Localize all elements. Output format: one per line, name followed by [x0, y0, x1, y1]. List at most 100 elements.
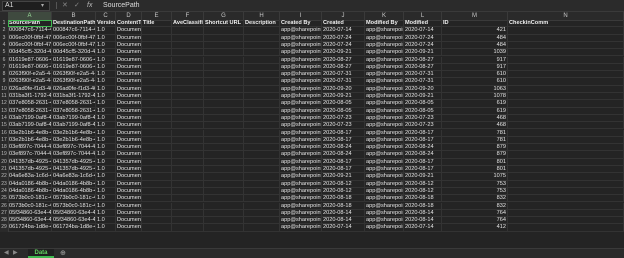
table-cell[interactable]: 1078: [442, 93, 508, 101]
table-cell[interactable]: Document: [116, 166, 142, 174]
table-cell[interactable]: 801: [442, 166, 508, 174]
table-cell[interactable]: 879: [442, 151, 508, 159]
table-cell[interactable]: 2020-08-12: [322, 180, 365, 188]
table-cell[interactable]: [204, 158, 244, 166]
table-cell[interactable]: [508, 195, 624, 203]
table-cell[interactable]: [508, 151, 624, 159]
table-cell[interactable]: app@sharepoint: [365, 63, 404, 72]
table-cell[interactable]: 0263f90f-e2a5-4-: [52, 71, 96, 79]
table-cell[interactable]: [142, 49, 172, 57]
table-cell[interactable]: 2020-07-31: [404, 78, 442, 86]
table-cell[interactable]: 0573b0c0-181c-4-: [52, 202, 96, 210]
table-cell[interactable]: [142, 93, 172, 101]
table-cell[interactable]: [508, 217, 624, 225]
table-cell[interactable]: 041357db-4925-4-: [8, 158, 52, 166]
table-cell[interactable]: Document: [116, 41, 142, 50]
table-cell[interactable]: app@sharepoint: [365, 100, 404, 108]
table-cell[interactable]: 037e8058-2631-4-: [8, 100, 52, 108]
table-cell[interactable]: Document: [116, 136, 142, 145]
table-cell[interactable]: [142, 180, 172, 188]
table-cell[interactable]: 2020-07-23: [322, 122, 365, 130]
table-cell[interactable]: 753: [442, 180, 508, 188]
column-header-l[interactable]: L: [404, 12, 442, 20]
table-cell[interactable]: [172, 217, 204, 225]
table-cell[interactable]: app@sharepoint: [280, 63, 322, 72]
table-cell[interactable]: [142, 107, 172, 115]
table-cell[interactable]: [172, 78, 204, 86]
column-header-k[interactable]: K: [365, 12, 404, 20]
table-cell[interactable]: app@sharepoint: [280, 71, 322, 79]
table-cell[interactable]: [142, 41, 172, 50]
table-cell[interactable]: [172, 151, 204, 159]
chevron-down-icon[interactable]: ▾: [41, 1, 44, 12]
table-cell[interactable]: 2020-07-31: [322, 71, 365, 79]
table-cell[interactable]: Document: [116, 158, 142, 166]
table-cell[interactable]: [142, 217, 172, 225]
table-cell[interactable]: [172, 107, 204, 115]
table-cell[interactable]: [142, 27, 172, 35]
table-cell[interactable]: [244, 107, 280, 115]
table-cell[interactable]: Document: [116, 93, 142, 101]
table-cell[interactable]: Document: [116, 129, 142, 137]
table-cell[interactable]: Document: [116, 224, 142, 232]
table-cell[interactable]: [508, 27, 624, 35]
column-header-n[interactable]: N: [508, 12, 624, 20]
table-cell[interactable]: [244, 166, 280, 174]
table-cell[interactable]: 037e8058-2631-4-: [52, 107, 96, 115]
table-cell[interactable]: app@sharepoint: [280, 56, 322, 64]
table-cell[interactable]: [142, 224, 172, 232]
table-cell[interactable]: [204, 100, 244, 108]
table-cell[interactable]: 037e8058-2631-4-: [52, 100, 96, 108]
table-cell[interactable]: 041357db-4925-4-: [52, 166, 96, 174]
table-cell[interactable]: 031ba3f1-1792-4-: [8, 93, 52, 101]
table-cell[interactable]: 03ab7199-0af8-4-: [8, 122, 52, 130]
table-cell[interactable]: [204, 34, 244, 42]
table-cell[interactable]: [172, 136, 204, 145]
table-cell[interactable]: 484: [442, 41, 508, 50]
table-cell[interactable]: [508, 34, 624, 42]
table-cell[interactable]: 03e2b1b6-4e8b-4-: [8, 129, 52, 137]
table-cell[interactable]: [244, 158, 280, 166]
table-cell[interactable]: Document: [116, 34, 142, 42]
table-cell[interactable]: 2020-08-17: [322, 166, 365, 174]
table-cell[interactable]: 484: [442, 34, 508, 42]
insert-function-icon[interactable]: fx: [87, 0, 92, 11]
table-cell[interactable]: app@sharepoint: [365, 195, 404, 203]
table-cell[interactable]: Document: [116, 217, 142, 225]
table-cell[interactable]: 1.0: [96, 78, 116, 86]
table-cell[interactable]: app@sharepoint: [365, 49, 404, 57]
table-cell[interactable]: 2020-07-14: [404, 224, 442, 232]
table-cell[interactable]: 006ec00f-0fbf-47-: [8, 34, 52, 42]
table-cell[interactable]: [142, 166, 172, 174]
table-cell[interactable]: [142, 187, 172, 196]
table-cell[interactable]: Document: [116, 71, 142, 79]
table-cell[interactable]: app@sharepoint: [280, 158, 322, 166]
table-cell[interactable]: [204, 41, 244, 50]
table-cell[interactable]: 917: [442, 56, 508, 64]
table-cell[interactable]: [244, 136, 280, 145]
table-cell[interactable]: [172, 41, 204, 50]
column-header-j[interactable]: J: [322, 12, 365, 20]
table-cell[interactable]: 2020-08-05: [404, 100, 442, 108]
table-cell[interactable]: app@sharepoint: [280, 122, 322, 130]
table-cell[interactable]: [508, 71, 624, 79]
table-cell[interactable]: app@sharepoint: [280, 100, 322, 108]
table-cell[interactable]: [204, 85, 244, 93]
header-cell[interactable]: Modified: [404, 20, 442, 28]
table-cell[interactable]: 2020-08-12: [404, 180, 442, 188]
table-cell[interactable]: app@sharepoint: [365, 187, 404, 196]
table-cell[interactable]: 03ef897c-7044-4-: [52, 144, 96, 152]
table-cell[interactable]: [204, 122, 244, 130]
table-cell[interactable]: [204, 107, 244, 115]
table-cell[interactable]: app@sharepoint: [365, 173, 404, 181]
table-cell[interactable]: [142, 71, 172, 79]
header-cell[interactable]: Created: [322, 20, 365, 28]
table-cell[interactable]: [142, 202, 172, 210]
header-cell[interactable]: Modified By: [365, 20, 404, 28]
table-cell[interactable]: Document: [116, 49, 142, 57]
table-cell[interactable]: 03ab7199-0af8-4-: [52, 122, 96, 130]
table-cell[interactable]: [508, 166, 624, 174]
table-cell[interactable]: [204, 78, 244, 86]
table-cell[interactable]: [508, 209, 624, 218]
table-cell[interactable]: 2020-09-21: [404, 93, 442, 101]
